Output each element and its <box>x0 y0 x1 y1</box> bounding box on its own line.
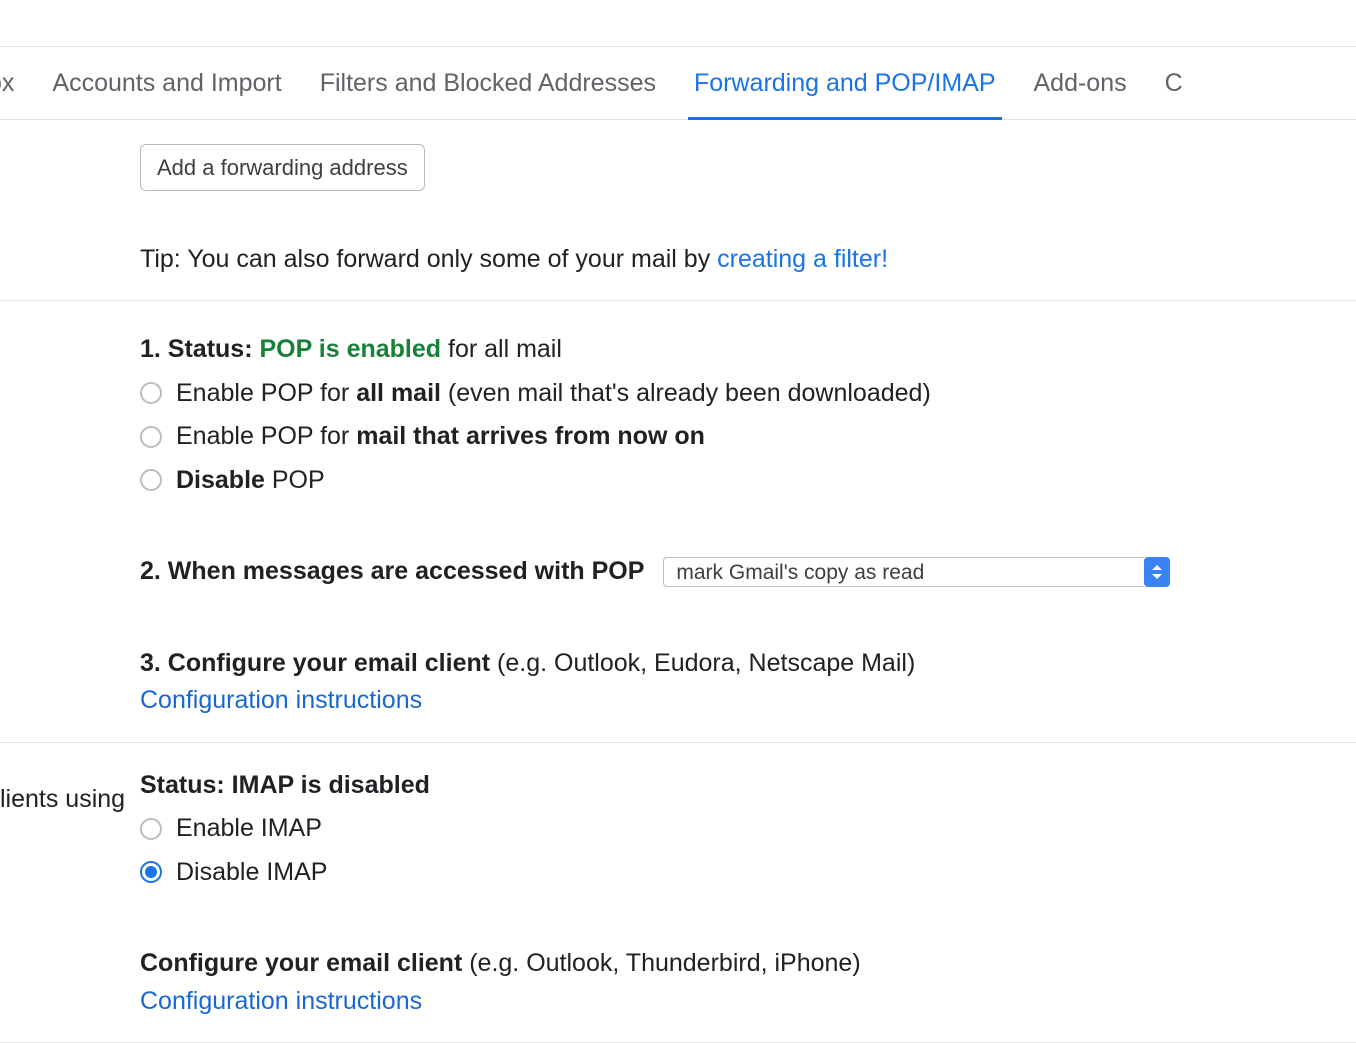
pop-configure-client-line: 3. Configure your email client (e.g. Out… <box>140 645 1356 683</box>
tab-forwarding-pop-imap[interactable]: Forwarding and POP/IMAP <box>694 47 996 119</box>
imap-option-enable[interactable]: Enable IMAP <box>140 810 1356 848</box>
imap-option-disable-label: Disable IMAP <box>176 854 327 892</box>
pop-download-section: 1. Status: POP is enabled for all mail E… <box>0 331 1356 743</box>
pop-action-select[interactable]: mark Gmail's copy as read <box>663 557 1170 587</box>
pop-configure-client-examples: (e.g. Outlook, Eudora, Netscape Mail) <box>490 649 915 677</box>
forwarding-tip: Tip: You can also forward only some of y… <box>140 241 1356 279</box>
radio-icon[interactable] <box>140 469 162 491</box>
imap-configure-client-line: Configure your email client (e.g. Outloo… <box>140 945 1356 983</box>
pop-status-number: 1. Status: <box>140 335 259 363</box>
pop-status-enabled: POP is enabled <box>259 335 441 363</box>
select-stepper-icon[interactable] <box>1144 557 1170 587</box>
radio-icon[interactable] <box>140 861 162 883</box>
label-text: Enable POP for <box>176 422 356 450</box>
pop-status-suffix: for all mail <box>441 335 562 363</box>
radio-icon[interactable] <box>140 818 162 840</box>
pop-option-all-mail[interactable]: Enable POP for all mail (even mail that'… <box>140 375 1356 413</box>
label-bold: Disable <box>176 466 265 494</box>
tab-addons[interactable]: Add-ons <box>1034 47 1127 119</box>
imap-configure-client-examples: (e.g. Outlook, Thunderbird, iPhone) <box>462 949 860 977</box>
add-forwarding-address-button[interactable]: Add a forwarding address <box>140 144 425 191</box>
label-suffix: (even mail that's already been downloade… <box>441 379 931 407</box>
settings-tabs-bar: ox Accounts and Import Filters and Block… <box>0 46 1356 120</box>
imap-status-line: Status: IMAP is disabled <box>140 767 1356 805</box>
imap-access-section: lients using Status: IMAP is disabled En… <box>0 743 1356 1043</box>
label-bold: all mail <box>356 379 441 407</box>
pop-option-from-now-on-label: Enable POP for mail that arrives from no… <box>176 418 705 456</box>
pop-action-select-value[interactable]: mark Gmail's copy as read <box>663 557 1144 587</box>
pop-status-line: 1. Status: POP is enabled for all mail <box>140 331 1356 369</box>
pop-when-accessed-row: 2. When messages are accessed with POP m… <box>140 553 1356 591</box>
imap-left-label-fragment: lients using <box>0 785 125 813</box>
pop-configure-client-label: 3. Configure your email client <box>140 649 490 677</box>
imap-status-label: Status: IMAP is disabled <box>140 771 430 799</box>
tab-filters-and-blocked[interactable]: Filters and Blocked Addresses <box>320 47 656 119</box>
tab-accounts-and-import[interactable]: Accounts and Import <box>52 47 281 119</box>
pop-option-disable-label: Disable POP <box>176 462 325 500</box>
label-text: Enable POP for <box>176 379 356 407</box>
radio-icon[interactable] <box>140 382 162 404</box>
radio-icon[interactable] <box>140 426 162 448</box>
label-bold: mail that arrives from now on <box>356 422 705 450</box>
imap-option-disable[interactable]: Disable IMAP <box>140 854 1356 892</box>
pop-option-from-now-on[interactable]: Enable POP for mail that arrives from no… <box>140 418 1356 456</box>
pop-option-disable[interactable]: Disable POP <box>140 462 1356 500</box>
label-suffix: POP <box>265 466 325 494</box>
forwarding-tip-text: Tip: You can also forward only some of y… <box>140 245 717 273</box>
imap-configure-client-label: Configure your email client <box>140 949 462 977</box>
pop-when-accessed-label: 2. When messages are accessed with POP <box>140 557 644 585</box>
forwarding-section: Add a forwarding address Tip: You can al… <box>0 144 1356 302</box>
tab-inbox-partial[interactable]: ox <box>0 47 14 119</box>
imap-option-enable-label: Enable IMAP <box>176 810 322 848</box>
pop-option-all-mail-label: Enable POP for all mail (even mail that'… <box>176 375 931 413</box>
imap-configuration-instructions-link[interactable]: Configuration instructions <box>140 983 422 1021</box>
tab-chat-partial[interactable]: C <box>1165 47 1183 119</box>
pop-configuration-instructions-link[interactable]: Configuration instructions <box>140 682 422 720</box>
create-filter-link[interactable]: creating a filter! <box>717 245 888 273</box>
